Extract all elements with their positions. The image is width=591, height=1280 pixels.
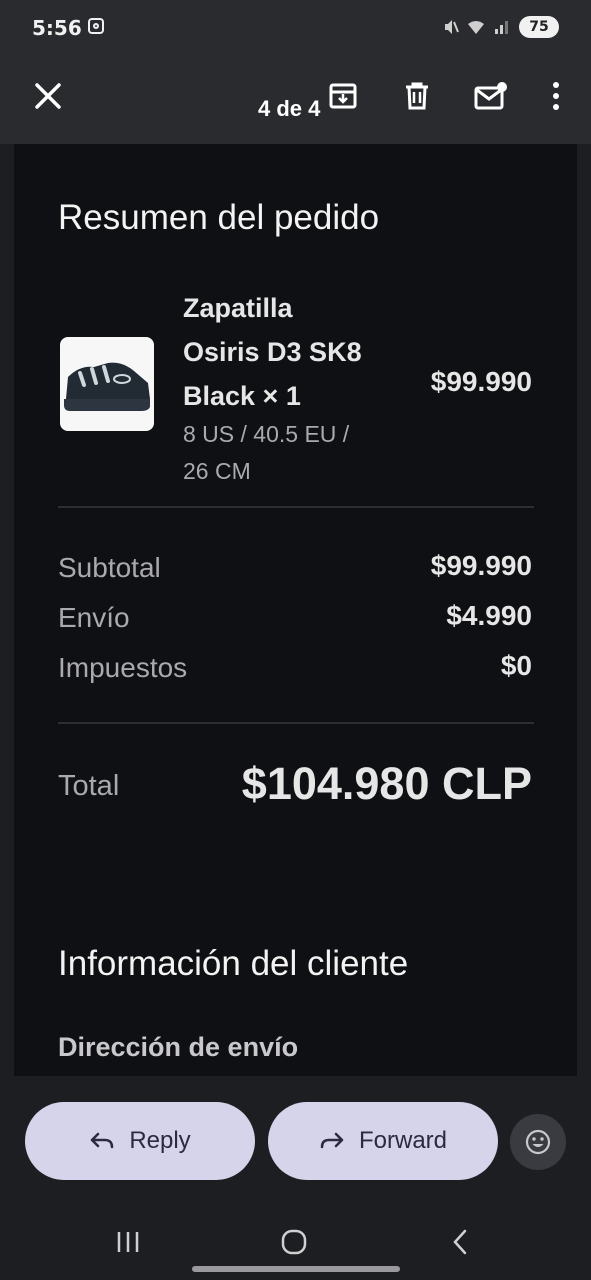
- product-price: $99.990: [430, 366, 532, 397]
- forward-button[interactable]: Forward: [268, 1102, 498, 1180]
- recent-apps-button[interactable]: [108, 1222, 148, 1262]
- email-body: Resumen del pedido Zapatilla Osiris D3 S…: [14, 144, 577, 1076]
- back-chevron-icon: [453, 1229, 467, 1255]
- reply-label: Reply: [129, 1127, 191, 1154]
- subtotal-value: $99.990: [430, 550, 532, 581]
- archive-icon: [329, 83, 357, 109]
- divider: [58, 722, 534, 724]
- email-toolbar: 4 de 4: [0, 60, 591, 144]
- status-indicators: 75: [443, 16, 559, 38]
- sneaker-image: [64, 362, 150, 411]
- emoji-reaction-button[interactable]: [510, 1114, 566, 1170]
- product-variant-line: 26 CM: [183, 458, 251, 484]
- taxes-value: $0: [500, 650, 532, 681]
- order-summary-title: Resumen del pedido: [58, 198, 380, 237]
- product-name-line: Osiris D3 SK8: [183, 337, 362, 367]
- close-icon: [35, 83, 61, 109]
- product-variant: 8 US / 40.5 EU / 26 CM: [183, 416, 413, 490]
- customer-info-title: Información del cliente: [58, 944, 409, 983]
- reply-arrow-icon: [91, 1132, 114, 1149]
- total-label: Total: [58, 770, 120, 802]
- battery-level: 75: [519, 16, 559, 38]
- archive-button[interactable]: [321, 74, 365, 118]
- more-options-button[interactable]: [534, 74, 578, 118]
- mail-unread-icon: [474, 82, 507, 110]
- forward-arrow-icon: [320, 1132, 344, 1149]
- product-name-line: Black × 1: [183, 381, 301, 411]
- close-button[interactable]: [26, 74, 70, 118]
- subtotal-label: Subtotal: [58, 552, 161, 583]
- back-button[interactable]: [440, 1222, 480, 1262]
- trash-icon: [406, 82, 428, 110]
- mark-unread-button[interactable]: [469, 74, 513, 118]
- status-time: 5:56: [32, 16, 82, 40]
- wifi-icon: [468, 21, 484, 34]
- shipping-value: $4.990: [446, 600, 532, 631]
- product-name-line: Zapatilla: [183, 293, 293, 323]
- product-variant-line: 8 US / 40.5 EU /: [183, 421, 350, 447]
- shipping-label: Envío: [58, 602, 130, 633]
- system-nav-bar: [0, 1204, 591, 1280]
- signal-icon: [493, 18, 511, 36]
- forward-label: Forward: [358, 1127, 448, 1154]
- delete-button[interactable]: [395, 74, 439, 118]
- more-vert-icon: [553, 82, 559, 110]
- recent-apps-icon: [117, 1232, 139, 1252]
- google-notification-icon: [88, 18, 104, 34]
- reply-button[interactable]: Reply: [25, 1102, 255, 1180]
- mute-icon: [445, 20, 459, 34]
- emoji-icon: [525, 1129, 551, 1155]
- message-counter: 4 de 4: [258, 96, 321, 121]
- taxes-label: Impuestos: [58, 652, 188, 683]
- action-bar: Reply Forward: [0, 1076, 591, 1204]
- divider: [58, 506, 534, 508]
- gesture-handle[interactable]: [192, 1266, 400, 1272]
- product-image: [60, 337, 154, 431]
- status-bar: 5:56 75: [0, 0, 591, 60]
- product-name: Zapatilla Osiris D3 SK8 Black × 1: [183, 286, 403, 418]
- total-value: $104.980 CLP: [241, 758, 532, 809]
- home-icon: [281, 1229, 307, 1255]
- shipping-address-heading: Dirección de envío: [58, 1032, 299, 1062]
- home-button[interactable]: [274, 1222, 314, 1262]
